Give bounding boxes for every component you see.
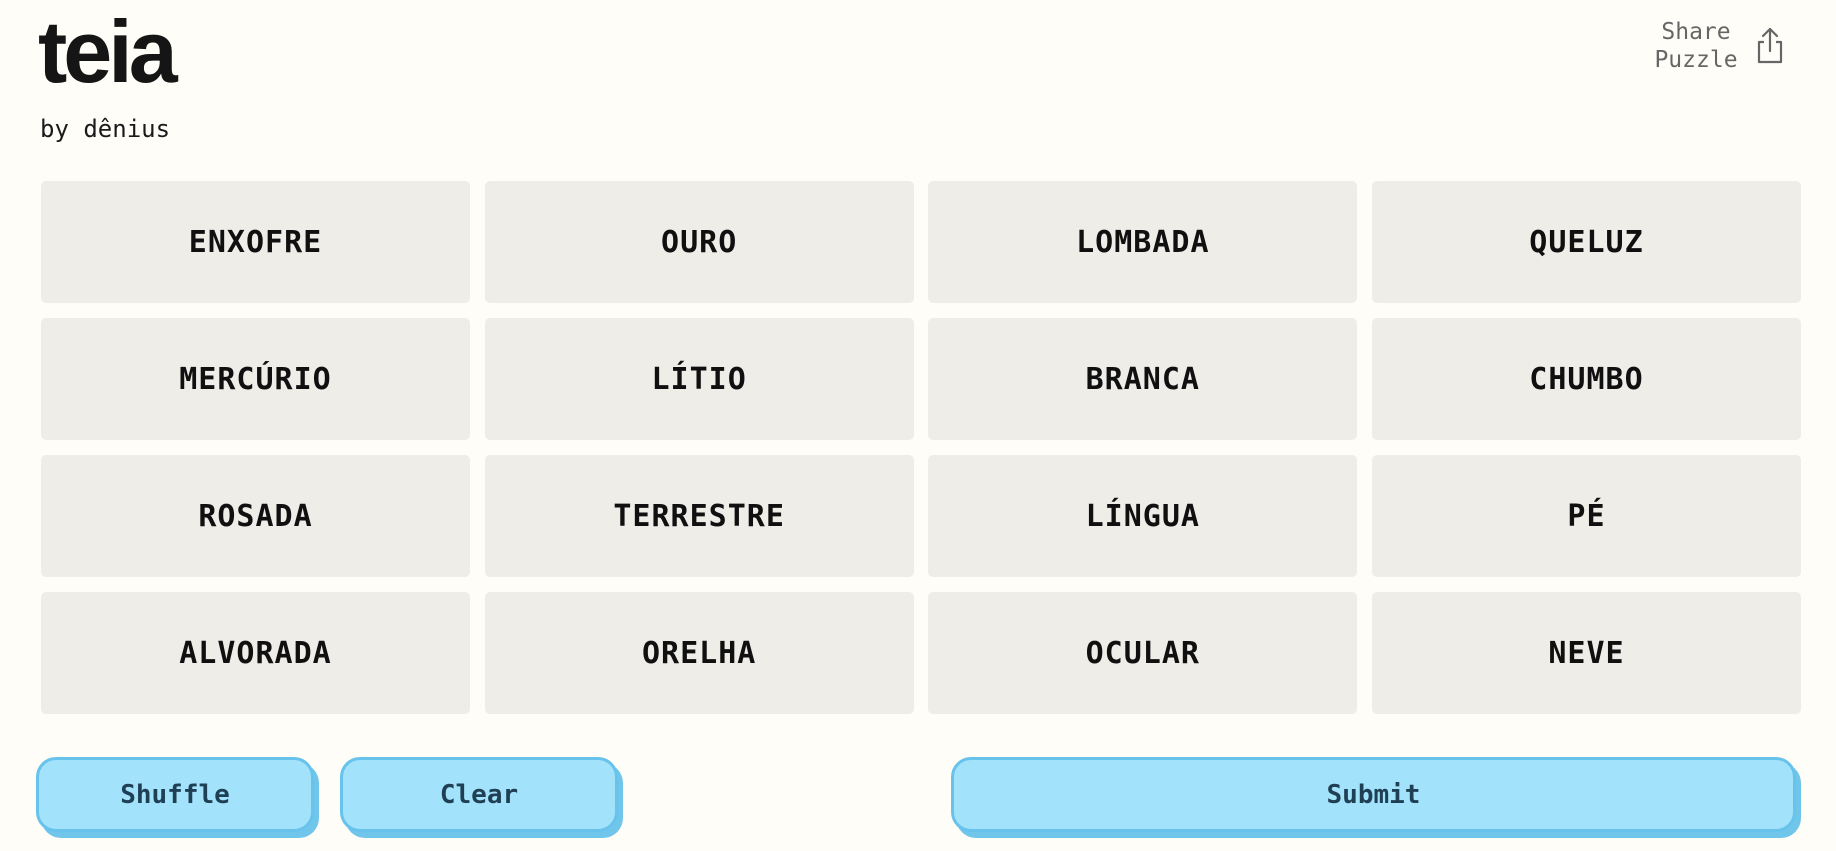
word-tile[interactable]: BRANCA [928, 318, 1358, 440]
share-icon [1757, 27, 1783, 64]
app-logo-title: teia [38, 2, 178, 101]
word-tile[interactable]: LOMBADA [928, 181, 1358, 303]
share-puzzle-button[interactable]: Share Puzzle [1652, 18, 1786, 74]
word-tile[interactable]: OCULAR [928, 592, 1358, 714]
word-tile[interactable]: NEVE [1371, 592, 1801, 714]
word-tile[interactable]: CHUMBO [1371, 318, 1801, 440]
word-tile[interactable]: LÍNGUA [928, 455, 1358, 577]
word-tile[interactable]: ALVORADA [41, 592, 470, 714]
submit-button[interactable]: Submit [951, 757, 1796, 832]
word-tile[interactable]: QUELUZ [1371, 181, 1801, 303]
clear-button[interactable]: Clear [340, 757, 618, 832]
word-tile[interactable]: LÍTIO [484, 318, 914, 440]
word-tile[interactable]: ENXOFRE [41, 181, 470, 303]
word-tile[interactable]: ORELHA [484, 592, 914, 714]
shuffle-button[interactable]: Shuffle [36, 757, 314, 832]
word-tile[interactable]: PÉ [1371, 455, 1801, 577]
word-grid: ENXOFRE OURO LOMBADA QUELUZ MERCÚRIO LÍT… [41, 181, 1801, 714]
share-puzzle-label: Share Puzzle [1654, 19, 1738, 73]
word-tile[interactable]: ROSADA [41, 455, 470, 577]
word-tile[interactable]: TERRESTRE [484, 455, 914, 577]
word-tile[interactable]: OURO [484, 181, 914, 303]
word-tile[interactable]: MERCÚRIO [41, 318, 470, 440]
puzzle-byline: by dênius [40, 115, 171, 143]
